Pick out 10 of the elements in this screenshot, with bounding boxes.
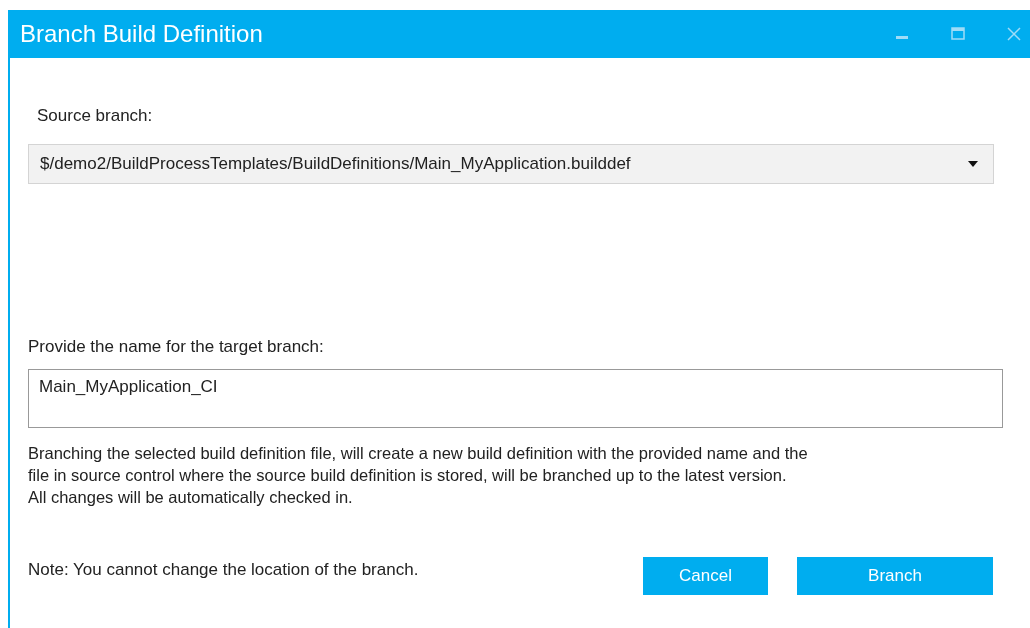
description-text: Branching the selected build definition file, will create a new build definition with the provided name and the file in source control where the source build definition is stored, will be branched up to the latest version. All changes will be automatically checked in. <box>28 443 809 508</box>
field-label: Source branch: <box>37 106 153 126</box>
close-icon[interactable] <box>1006 26 1022 42</box>
note-text: Note: You cannot change the location of the branch. <box>28 560 420 580</box>
window-title: Branch Build Definition <box>20 20 263 48</box>
target-name-field[interactable]: Main_MyApplication_CI <box>28 369 1003 428</box>
maximize-icon[interactable] <box>950 26 966 42</box>
field-label: Provide the name for the target branch: <box>28 337 324 357</box>
source-branch-dropdown[interactable]: $/demo2/BuildProcessTemplates/BuildDefinitions/Main_MyApplication.builddef <box>28 144 994 184</box>
dropdown-caret-icon <box>967 160 979 168</box>
